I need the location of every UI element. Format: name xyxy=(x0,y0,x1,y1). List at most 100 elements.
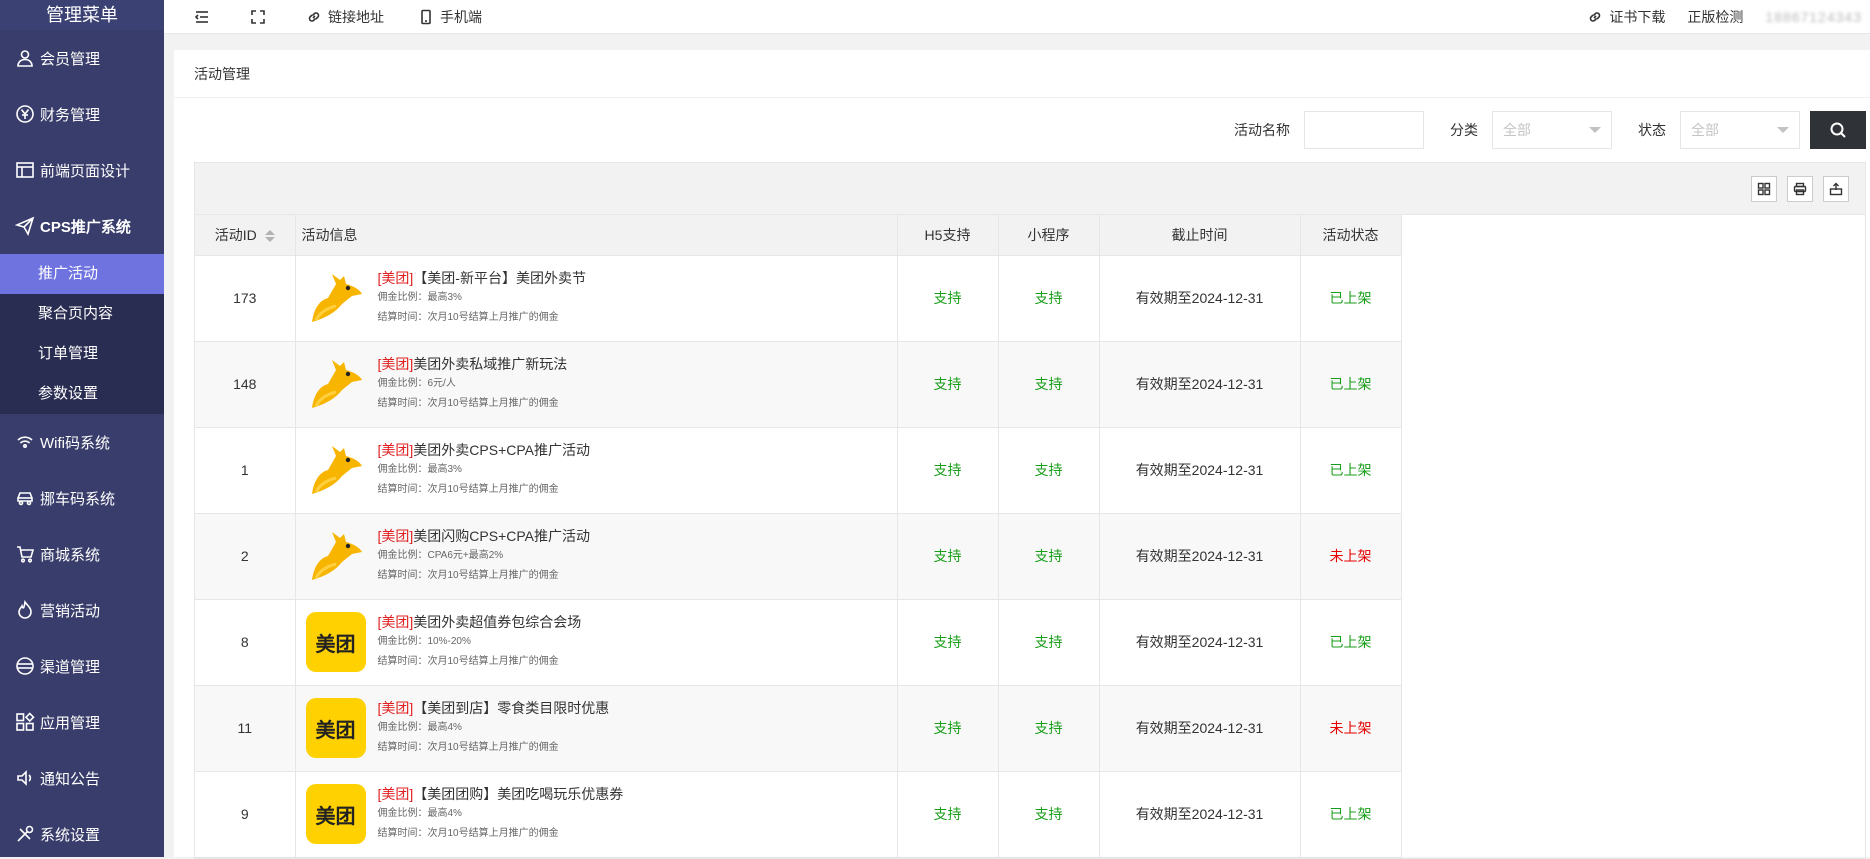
status-badge[interactable]: 未上架 xyxy=(1300,513,1401,599)
export-button[interactable] xyxy=(1823,176,1849,202)
table-row: 9美团[美团]【美团团购】美团吃喝玩乐优惠券佣金比例：最高4%结算时间：次月10… xyxy=(195,771,1401,857)
sidebar-item-apps[interactable]: 应用管理 xyxy=(0,694,164,750)
cell-h5: 支持 xyxy=(897,599,998,685)
status-badge[interactable]: 已上架 xyxy=(1300,771,1401,857)
sidebar-item-label: CPS推广系统 xyxy=(40,216,131,237)
activity-title-text: 美团闪购CPS+CPA推广活动 xyxy=(413,528,590,544)
printer-icon xyxy=(1793,182,1807,196)
activity-title[interactable]: [美团]美团闪购CPS+CPA推广活动 xyxy=(378,526,591,546)
cell-h5: 支持 xyxy=(897,427,998,513)
table-row: 173[美团]【美团-新平台】美团外卖节佣金比例：最高3%结算时间：次月10号结… xyxy=(195,255,1401,341)
sidebar-item-layout[interactable]: 前端页面设计 xyxy=(0,142,164,198)
status-badge[interactable]: 已上架 xyxy=(1300,255,1401,341)
col-header-info: 活动信息 xyxy=(295,215,897,255)
activity-title[interactable]: [美团]美团外卖超值券包综合会场 xyxy=(378,612,582,632)
menu-toggle-button[interactable] xyxy=(194,9,216,25)
columns-filter-button[interactable] xyxy=(1751,176,1777,202)
sidebar-item-car[interactable]: 挪车码系统 xyxy=(0,470,164,526)
sidebar-item-label: 营销活动 xyxy=(40,600,100,621)
activity-title[interactable]: [美团]【美团团购】美团吃喝玩乐优惠券 xyxy=(378,784,624,804)
sidebar-item-yen[interactable]: 财务管理 xyxy=(0,86,164,142)
status-badge[interactable]: 未上架 xyxy=(1300,685,1401,771)
table-row: 148[美团]美团外卖私域推广新玩法佣金比例：6元/人结算时间：次月10号结算上… xyxy=(195,341,1401,427)
link-address-button[interactable]: 链接地址 xyxy=(306,7,384,27)
cell-mini: 支持 xyxy=(998,599,1099,685)
sort-icon[interactable] xyxy=(265,230,275,242)
sidebar-item-label: 渠道管理 xyxy=(40,656,100,677)
send-icon xyxy=(14,215,36,237)
cell-mini: 支持 xyxy=(998,513,1099,599)
fullscreen-button[interactable] xyxy=(250,9,272,25)
platform-tag: [美团] xyxy=(378,270,414,286)
activity-table: 活动ID 活动信息 H5支持 小程序 截止时间 活动状态 173[美团]【美团-… xyxy=(194,162,1866,859)
meituan-logo-text: 美团 xyxy=(316,714,356,743)
activity-name-input[interactable] xyxy=(1304,111,1424,149)
sidebar-subitem[interactable]: 订单管理 xyxy=(0,334,164,374)
sidebar-item-speaker[interactable]: 通知公告 xyxy=(0,750,164,806)
status-badge[interactable]: 已上架 xyxy=(1300,599,1401,685)
activity-title[interactable]: [美团]【美团-新平台】美团外卖节 xyxy=(378,268,586,288)
cell-h5: 支持 xyxy=(897,771,998,857)
cert-download-button[interactable]: 证书下载 xyxy=(1587,7,1665,27)
cell-info: [美团]美团闪购CPS+CPA推广活动佣金比例：CPA6元+最高2%结算时间：次… xyxy=(295,513,897,599)
kangaroo-logo xyxy=(306,526,366,586)
license-check-label: 正版检测 xyxy=(1687,7,1743,27)
activity-title[interactable]: [美团]美团外卖私域推广新玩法 xyxy=(378,354,568,374)
user-account[interactable]: 18867124343 xyxy=(1765,9,1862,25)
table-toolbar xyxy=(195,163,1865,215)
activity-title[interactable]: [美团]【美团到店】零食类目限时优惠 xyxy=(378,698,610,718)
top-bar: 链接地址 手机端 证书下载 正版检测 18867124343 xyxy=(164,0,1870,34)
status-label: 状态 xyxy=(1638,120,1666,140)
sidebar-submenu: 推广活动聚合页内容订单管理参数设置 xyxy=(0,254,164,414)
platform-tag: [美团] xyxy=(378,442,414,458)
sidebar-item-channel[interactable]: 渠道管理 xyxy=(0,638,164,694)
cell-id: 8 xyxy=(195,599,295,685)
cell-info: 美团[美团]美团外卖超值券包综合会场佣金比例：10%-20%结算时间：次月10号… xyxy=(295,599,897,685)
sidebar-item-label: 通知公告 xyxy=(40,768,100,789)
settle-text: 结算时间：次月10号结算上月推广的佣金 xyxy=(378,566,591,586)
activity-title[interactable]: [美团]美团外卖CPS+CPA推广活动 xyxy=(378,440,591,460)
license-check-button[interactable]: 正版检测 xyxy=(1687,7,1743,27)
sidebar-item-label: 商城系统 xyxy=(40,544,100,565)
meituan-logo-text: 美团 xyxy=(316,628,356,657)
activity-title-text: 美团外卖私域推广新玩法 xyxy=(413,356,567,372)
sidebar-subitem[interactable]: 聚合页内容 xyxy=(0,294,164,334)
cell-mini: 支持 xyxy=(998,685,1099,771)
platform-tag: [美团] xyxy=(378,786,414,802)
cell-id: 11 xyxy=(195,685,295,771)
kangaroo-logo-icon xyxy=(306,354,366,414)
cell-h5: 支持 xyxy=(897,255,998,341)
sidebar-subitem[interactable]: 参数设置 xyxy=(0,374,164,414)
status-badge[interactable]: 已上架 xyxy=(1300,341,1401,427)
link-icon xyxy=(306,9,322,25)
status-select[interactable]: 全部 xyxy=(1680,111,1800,149)
info-text: [美团]美团外卖私域推广新玩法佣金比例：6元/人结算时间：次月10号结算上月推广… xyxy=(378,354,568,414)
status-badge[interactable]: 已上架 xyxy=(1300,427,1401,513)
sidebar-subitem[interactable]: 推广活动 xyxy=(0,254,164,294)
table-header-row: 活动ID 活动信息 H5支持 小程序 截止时间 活动状态 xyxy=(195,215,1401,255)
col-header-id[interactable]: 活动ID xyxy=(195,215,295,255)
fullscreen-icon xyxy=(250,9,266,25)
print-button[interactable] xyxy=(1787,176,1813,202)
search-button[interactable] xyxy=(1810,111,1866,149)
link-icon xyxy=(1587,9,1603,25)
sidebar-item-cart[interactable]: 商城系统 xyxy=(0,526,164,582)
mobile-button[interactable]: 手机端 xyxy=(418,7,482,27)
sidebar: 管理菜单 会员管理财务管理前端页面设计CPS推广系统 推广活动聚合页内容订单管理… xyxy=(0,0,164,857)
sidebar-item-fire[interactable]: 营销活动 xyxy=(0,582,164,638)
settle-text: 结算时间：次月10号结算上月推广的佣金 xyxy=(378,394,568,414)
sidebar-item-user[interactable]: 会员管理 xyxy=(0,30,164,86)
category-select[interactable]: 全部 xyxy=(1492,111,1612,149)
activity-title-text: 【美团到店】零食类目限时优惠 xyxy=(413,700,609,716)
cell-info: [美团]【美团-新平台】美团外卖节佣金比例：最高3%结算时间：次月10号结算上月… xyxy=(295,255,897,341)
sidebar-item-send[interactable]: CPS推广系统 xyxy=(0,198,164,254)
sidebar-item-label: 挪车码系统 xyxy=(40,488,115,509)
meituan-logo: 美团 xyxy=(306,612,366,672)
cell-end-date: 有效期至2024-12-31 xyxy=(1099,341,1300,427)
sidebar-item-label: 会员管理 xyxy=(40,48,100,69)
yen-icon xyxy=(14,103,36,125)
info-text: [美团]【美团到店】零食类目限时优惠佣金比例：最高4%结算时间：次月10号结算上… xyxy=(378,698,610,758)
sidebar-item-wifi[interactable]: Wifi码系统 xyxy=(0,414,164,470)
sidebar-item-tools[interactable]: 系统设置 xyxy=(0,806,164,857)
kangaroo-logo-icon xyxy=(306,526,366,586)
